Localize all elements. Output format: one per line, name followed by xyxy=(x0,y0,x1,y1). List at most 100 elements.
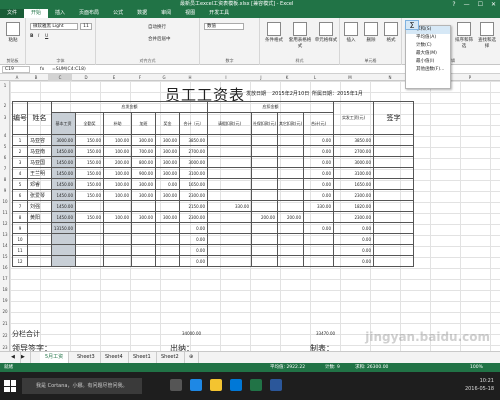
row-header[interactable]: 1 xyxy=(0,83,10,88)
cell-late[interactable] xyxy=(207,244,252,256)
cell-bonus[interactable]: 0.00 xyxy=(155,178,180,190)
cell-base[interactable]: 3000.00 xyxy=(51,134,76,146)
cell-net[interactable]: 0.00 xyxy=(333,244,374,256)
minimize-icon[interactable]: — xyxy=(464,0,470,9)
cell-total[interactable]: 0.00 xyxy=(179,255,208,267)
cell-net[interactable]: 1820.00 xyxy=(333,200,374,212)
word-icon[interactable] xyxy=(270,379,282,391)
row-header[interactable]: 17 xyxy=(0,276,10,281)
cell-total[interactable]: 1650.00 xyxy=(179,178,208,190)
cell-other[interactable] xyxy=(277,167,304,179)
tab-formulas[interactable]: 公式 xyxy=(106,9,130,18)
cell-sign[interactable] xyxy=(373,200,414,212)
cell-late[interactable] xyxy=(207,233,252,245)
cell-sign[interactable] xyxy=(373,233,414,245)
row-header[interactable]: 3 xyxy=(0,115,10,120)
cell-base[interactable]: 1450.00 xyxy=(51,156,76,168)
cell-total[interactable]: 2300.00 xyxy=(179,211,208,223)
cell-deduct[interactable]: 0.00 xyxy=(303,189,334,201)
cell-sign[interactable] xyxy=(373,244,414,256)
cell-other[interactable] xyxy=(277,189,304,201)
zoom-level[interactable]: 100% xyxy=(470,363,483,372)
cell-deduct[interactable] xyxy=(303,255,334,267)
tab-review[interactable]: 审阅 xyxy=(154,9,178,18)
cell-total[interactable]: 0.00 xyxy=(179,233,208,245)
sheet-nav-next-icon[interactable]: ▶ xyxy=(16,352,31,363)
cell-net[interactable]: 1650.00 xyxy=(333,178,374,190)
cell-social[interactable] xyxy=(251,167,278,179)
cell-bonus[interactable] xyxy=(155,200,180,212)
cell-no[interactable]: 8 xyxy=(12,211,28,223)
cell-allowance[interactable]: 150.00 xyxy=(75,134,104,146)
tab-insert[interactable]: 插入 xyxy=(48,9,72,18)
cell-deduct[interactable]: 0.00 xyxy=(303,167,334,179)
column-header[interactable]: P xyxy=(450,74,490,81)
cell-total[interactable]: 3100.00 xyxy=(179,167,208,179)
cell-subsidy[interactable] xyxy=(103,200,132,212)
font-name-select[interactable]: 微软雅黑 Light xyxy=(30,23,78,30)
tab-view[interactable]: 视图 xyxy=(178,9,202,18)
column-header[interactable]: J xyxy=(248,74,274,81)
cell-name[interactable]: 刘强 xyxy=(27,200,52,212)
cell-name[interactable]: 邓睿 xyxy=(27,178,52,190)
cell-base[interactable]: 13150.00 xyxy=(51,222,76,234)
cell-styles-button[interactable]: 单元格样式 xyxy=(314,22,338,43)
cell-overtime[interactable]: 300.00 xyxy=(131,178,156,190)
cell-bonus[interactable]: 300.00 xyxy=(155,189,180,201)
cell-deduct[interactable]: 0.00 xyxy=(303,178,334,190)
tab-home[interactable]: 开始 xyxy=(24,9,49,18)
cell-social[interactable] xyxy=(251,189,278,201)
cell-no[interactable]: 2 xyxy=(12,145,28,157)
underline-button[interactable]: U xyxy=(45,34,48,39)
column-header[interactable]: F xyxy=(128,74,152,81)
cell-deduct[interactable] xyxy=(303,211,334,223)
cell-deduct[interactable] xyxy=(303,233,334,245)
row-header[interactable]: 10 xyxy=(0,199,10,204)
sheet-tab[interactable]: Sheet2 xyxy=(156,352,185,363)
cell-net[interactable]: 0.00 xyxy=(333,222,374,234)
insert-cells-button[interactable]: 插入 xyxy=(342,22,360,43)
cell-base[interactable]: 1450.00 xyxy=(51,211,76,223)
cell-subsidy[interactable]: 100.00 xyxy=(103,189,132,201)
cell-no[interactable]: 10 xyxy=(12,233,28,245)
cell-other[interactable] xyxy=(277,134,304,146)
cell-total[interactable]: 2700.00 xyxy=(179,145,208,157)
sheet-tab[interactable]: Sheet4 xyxy=(100,352,129,363)
cell-late[interactable] xyxy=(207,189,252,201)
menu-item-more-functions[interactable]: 其他函数(F)... xyxy=(406,66,450,74)
cell-overtime[interactable]: 800.00 xyxy=(131,156,156,168)
cell-subsidy[interactable]: 200.00 xyxy=(103,156,132,168)
cell-social[interactable] xyxy=(251,178,278,190)
cell-late[interactable] xyxy=(207,156,252,168)
cell-social[interactable] xyxy=(251,145,278,157)
cell-total[interactable]: 2150.00 xyxy=(179,200,208,212)
cell-deduct[interactable]: 0.00 xyxy=(303,156,334,168)
cell-no[interactable]: 7 xyxy=(12,200,28,212)
sort-filter-button[interactable]: 排序和筛选 xyxy=(454,22,474,49)
row-header[interactable]: 22 xyxy=(0,333,10,338)
excel-icon[interactable] xyxy=(250,379,262,391)
cell-allowance[interactable]: 150.00 xyxy=(75,189,104,201)
cell-base[interactable] xyxy=(51,255,76,267)
row-header[interactable]: 18 xyxy=(0,287,10,292)
cell-sign[interactable] xyxy=(373,156,414,168)
column-header[interactable]: D xyxy=(72,74,100,81)
cell-overtime[interactable]: 300.00 xyxy=(131,211,156,223)
help-icon[interactable]: ? xyxy=(452,0,455,9)
cell-total[interactable]: 2300.00 xyxy=(179,189,208,201)
cell-sign[interactable] xyxy=(373,134,414,146)
cell-bonus[interactable] xyxy=(155,222,180,234)
cell-social[interactable] xyxy=(251,255,278,267)
cell-other[interactable] xyxy=(277,178,304,190)
row-header[interactable]: 21 xyxy=(0,321,10,326)
add-sheet-button[interactable]: ⊕ xyxy=(184,352,200,363)
file-explorer-icon[interactable] xyxy=(210,379,222,391)
column-header[interactable]: M xyxy=(330,74,370,81)
cell-no[interactable]: 6 xyxy=(12,189,28,201)
tab-page-layout[interactable]: 页面布局 xyxy=(72,9,106,18)
cell-bonus[interactable] xyxy=(155,255,180,267)
cell-total[interactable]: 3000.00 xyxy=(179,156,208,168)
cell-no[interactable]: 5 xyxy=(12,178,28,190)
cell-other[interactable] xyxy=(277,222,304,234)
cell-deduct[interactable]: 0.00 xyxy=(303,222,334,234)
